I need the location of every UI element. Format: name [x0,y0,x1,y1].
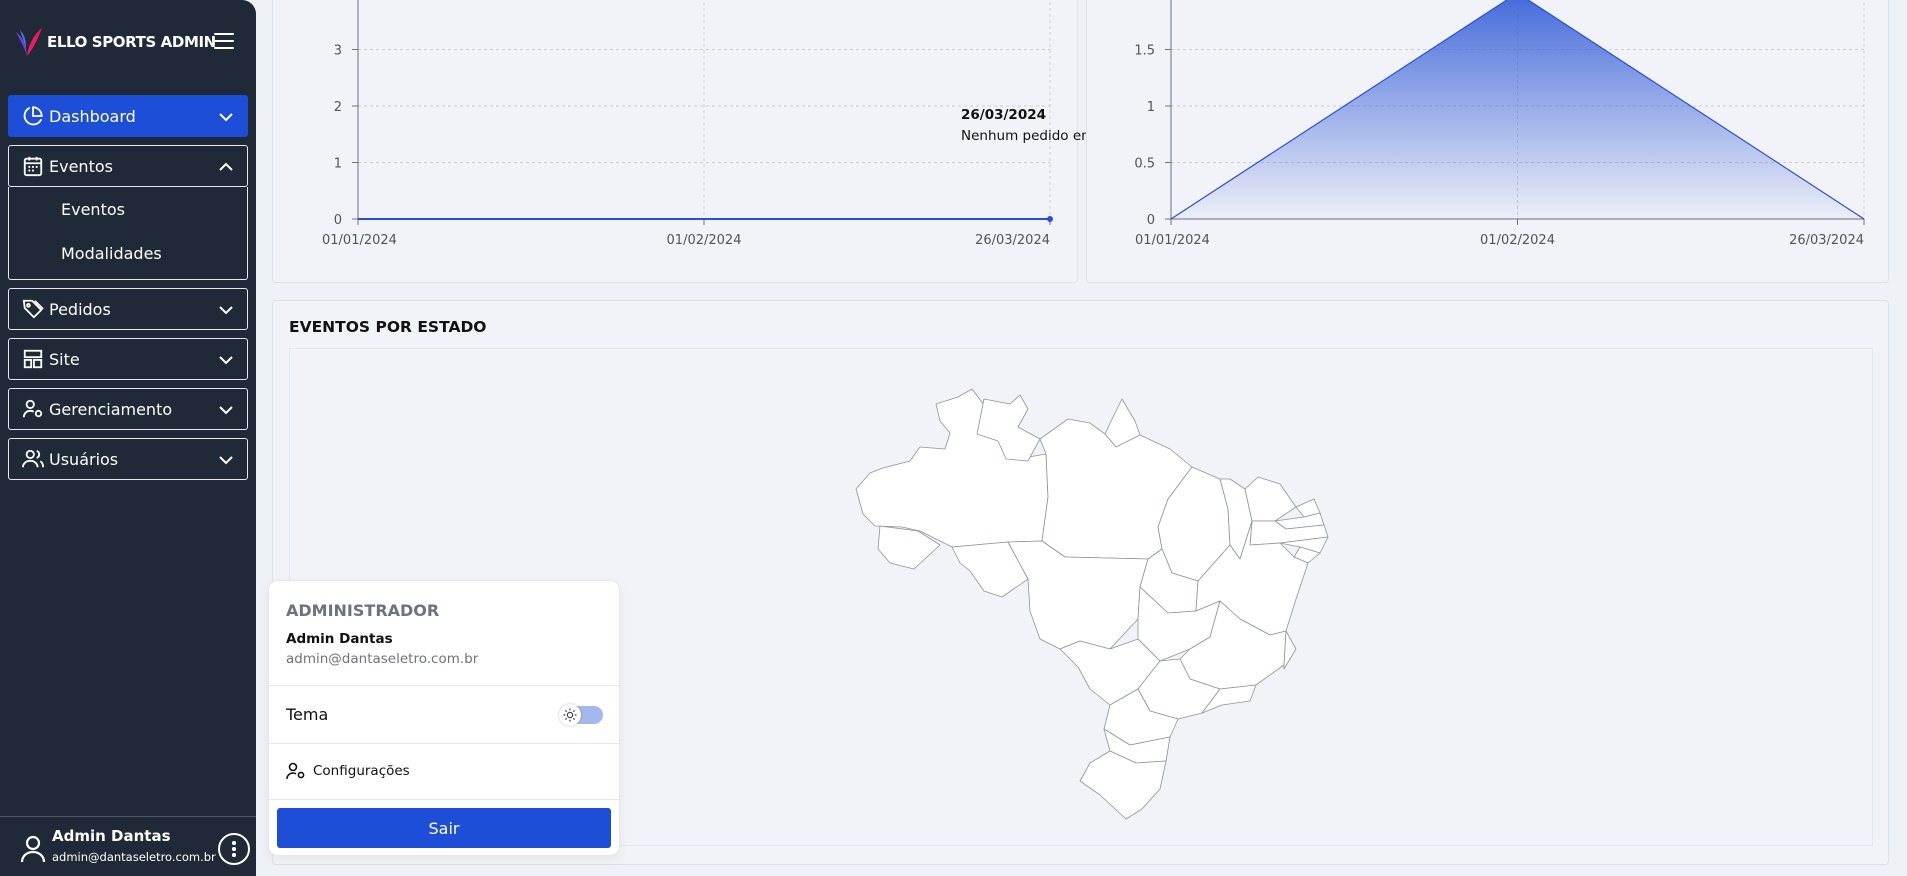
sidebar-user-email: admin@dantaseletro.com.br [52,850,216,864]
user-email: admin@dantaseletro.com.br [286,651,479,667]
sidebar-user-name: Admin Dantas [52,827,171,845]
divider [269,799,619,800]
y-tick-label: 1.5 [1134,44,1155,59]
user-role: ADMINISTRADOR [286,601,440,620]
nav-usuarios-label: Usuários [49,449,119,469]
nav-gerenciamento[interactable]: Gerenciamento [8,388,248,430]
chevron-down-icon [219,406,233,415]
tag-icon [21,297,45,321]
state-ce [1244,476,1297,522]
divider [269,685,619,686]
nav-pedidos-label: Pedidos [49,299,111,319]
events-area-chart: 0 0.5 1 1.5 01/01/2024 01/02/2024 26/03/2024 [1134,0,1865,248]
y-tick-label: 0.5 [1134,157,1155,172]
layout-icon [21,347,45,371]
x-tick-label: 26/03/2024 [1789,233,1864,248]
chevron-down-icon [219,456,233,465]
nav-gerenciamento-label: Gerenciamento [49,399,173,419]
users-icon [21,447,45,471]
x-tick-label: 01/02/2024 [1480,233,1555,248]
nav-site[interactable]: Site [8,338,248,380]
series-area [1171,0,1864,219]
y-tick-label: 1 [1147,100,1155,115]
map-section-title: EVENTOS POR ESTADO [289,318,487,336]
user-icon [20,835,46,863]
user-name: Admin Dantas [286,631,393,647]
logout-button[interactable]: Sair [277,808,611,848]
theme-toggle[interactable] [559,704,603,726]
divider [269,743,619,744]
sidebar-user-footer: Admin Dantas admin@dantaseletro.com.br [0,816,256,876]
chevron-down-icon [219,306,233,315]
user-settings-icon [286,762,305,780]
theme-label: Tema [286,705,329,724]
chevron-down-icon [219,356,233,365]
x-tick-label: 01/01/2024 [1135,233,1210,248]
nav-pedidos[interactable]: Pedidos [8,288,248,330]
y-tick-label: 0 [1147,213,1155,228]
more-options-icon[interactable] [218,833,250,865]
nav-site-label: Site [49,349,80,369]
user-gear-icon [21,397,45,421]
settings-link[interactable]: Configurações [313,763,410,779]
sun-icon [559,704,581,726]
user-menu-popup: ADMINISTRADOR Admin Dantas admin@dantase… [268,580,620,856]
state-es [1283,630,1297,670]
nav-usuarios[interactable]: Usuários [8,438,248,480]
